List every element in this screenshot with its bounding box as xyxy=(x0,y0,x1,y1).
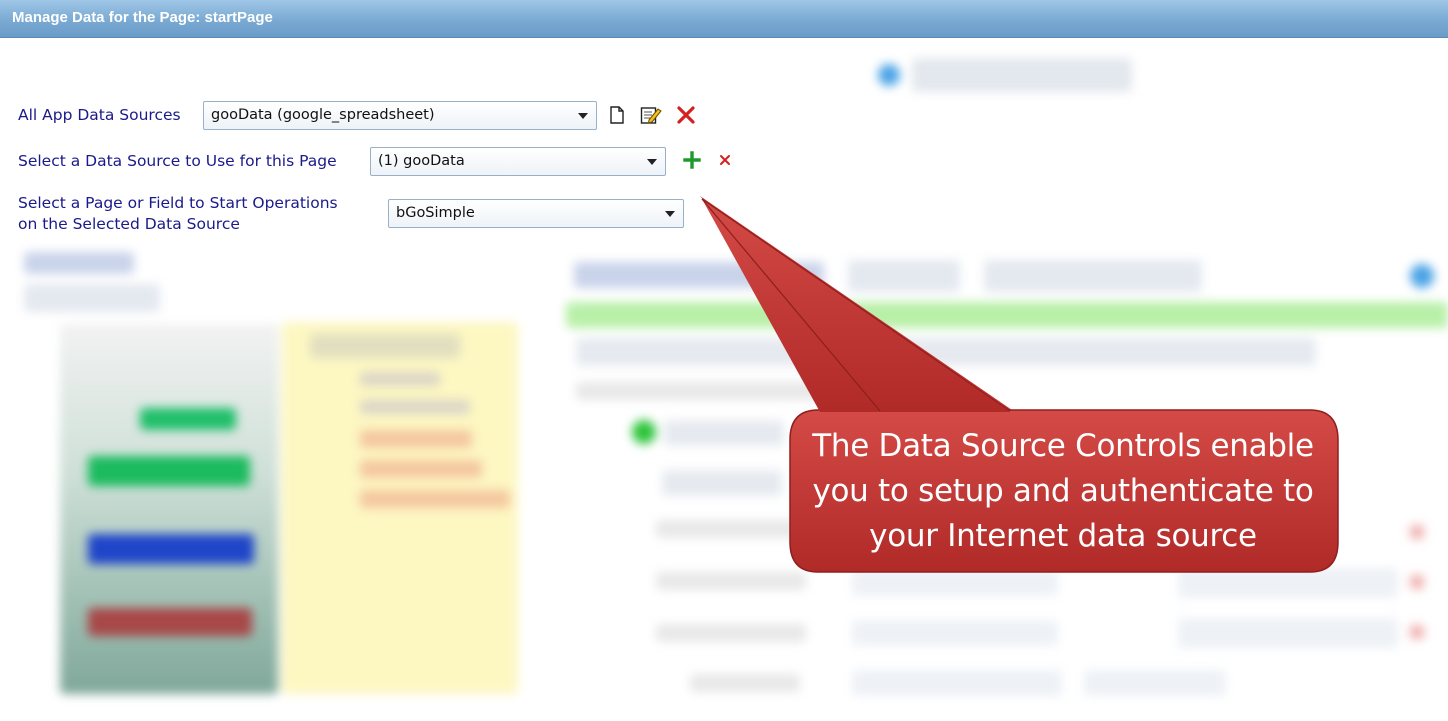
all-sources-value: gooData (google_spreadsheet) xyxy=(211,107,435,123)
all-sources-select[interactable]: gooData (google_spreadsheet) xyxy=(203,101,597,130)
callout-text: The Data Source Controls enable you to s… xyxy=(790,424,1336,559)
chevron-down-icon xyxy=(647,159,657,165)
page-source-label: Select a Data Source to Use for this Pag… xyxy=(18,152,337,170)
edit-icon[interactable] xyxy=(640,104,662,126)
plus-icon[interactable] xyxy=(681,149,703,171)
window-title: Manage Data for the Page: startPage xyxy=(12,9,273,26)
all-sources-label: All App Data Sources xyxy=(18,106,181,124)
start-ops-label-line2: on the Selected Data Source xyxy=(18,215,240,233)
start-ops-label-line1: Select a Page or Field to Start Operatio… xyxy=(18,194,338,212)
page-source-select[interactable]: (1) gooData xyxy=(370,147,666,176)
delete-x-icon[interactable] xyxy=(675,104,697,126)
start-ops-value: bGoSimple xyxy=(396,205,475,221)
callout-line-1: The Data Source Controls enable xyxy=(812,428,1314,464)
small-x-icon[interactable] xyxy=(714,149,736,171)
chevron-down-icon xyxy=(578,113,588,119)
callout-line-2: you to setup and authenticate to xyxy=(812,473,1314,509)
start-ops-select[interactable]: bGoSimple xyxy=(388,199,684,228)
chevron-down-icon xyxy=(665,211,675,217)
title-bar: Manage Data for the Page: startPage xyxy=(0,0,1448,38)
page-source-value: (1) gooData xyxy=(378,153,465,169)
callout-line-3: your Internet data source xyxy=(869,518,1257,554)
new-document-icon[interactable] xyxy=(606,104,628,126)
